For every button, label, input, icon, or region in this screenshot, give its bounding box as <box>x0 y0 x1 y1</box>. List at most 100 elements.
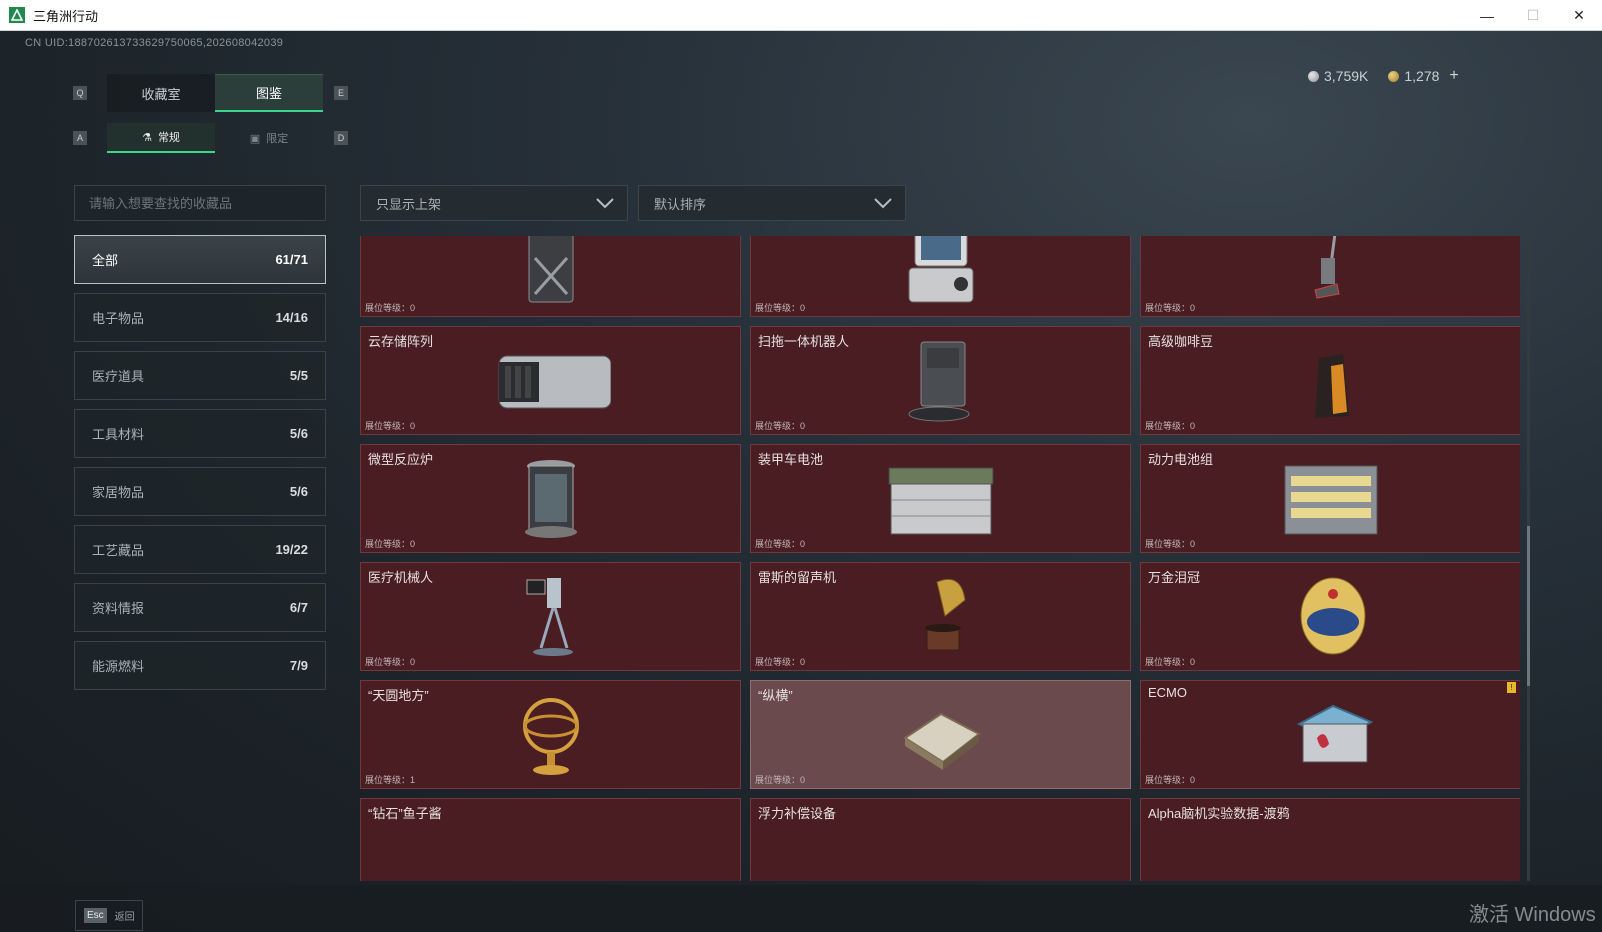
item-name: 高级咖啡豆 <box>1148 334 1214 349</box>
key-hint-d: D <box>334 131 348 145</box>
item-level: 展位等级：0 <box>755 539 806 549</box>
search-input[interactable] <box>89 195 309 211</box>
item-card[interactable]: 微型反应炉 展位等级：0 <box>360 444 741 553</box>
minimize-button[interactable]: — <box>1464 0 1510 31</box>
item-name: “天圆地方” <box>368 688 429 703</box>
item-grid-viewport[interactable]: 展位等级：0 展位等级：0 展位等级：0 云存储阵列 展位等级：0 扫拖一体机器… <box>360 236 1520 881</box>
battery-icon <box>881 454 1001 544</box>
category-label: 资料情报 <box>92 601 145 616</box>
scrollbar-thumb[interactable] <box>1527 526 1530 686</box>
item-card[interactable]: 雷斯的留声机 展位等级：0 <box>750 562 1131 671</box>
back-button[interactable]: Esc 返回 <box>75 900 143 931</box>
esc-key: Esc <box>84 908 107 923</box>
category-energy[interactable]: 能源燃料 7/9 <box>74 641 326 690</box>
item-level: 展位等级：1 <box>365 775 416 785</box>
storage-array-icon <box>491 336 611 426</box>
armillary-icon <box>491 690 611 780</box>
terminal-icon <box>881 236 1001 308</box>
item-name: 雷斯的留声机 <box>758 570 837 585</box>
item-name: 万金泪冠 <box>1148 570 1201 585</box>
data-device-icon <box>1271 874 1391 881</box>
item-card[interactable]: 动力电池组 展位等级：0 <box>1140 444 1520 553</box>
item-card[interactable]: “钻石”鱼子酱 <box>360 798 741 881</box>
item-level: 展位等级：0 <box>1145 303 1196 313</box>
item-name: 动力电池组 <box>1148 452 1214 467</box>
item-card[interactable]: 医疗机械人 展位等级：0 <box>360 562 741 671</box>
search-box <box>74 185 326 221</box>
category-label: 工艺藏品 <box>92 543 145 558</box>
gold-coin-icon <box>1388 70 1400 82</box>
item-card[interactable]: 装甲车电池 展位等级：0 <box>750 444 1131 553</box>
window-title: 三角洲行动 <box>33 8 99 24</box>
bcd-icon <box>881 874 1001 881</box>
item-card[interactable]: Alpha脑机实验数据-渡鸦 <box>1140 798 1520 881</box>
alert-badge: ! <box>1507 682 1516 693</box>
item-name: “钻石”鱼子酱 <box>368 806 442 821</box>
category-household[interactable]: 家居物品 5/6 <box>74 467 326 516</box>
gold-amount: 1,278 <box>1404 68 1440 84</box>
subtab-limited-label: 限定 <box>266 133 289 145</box>
category-medical[interactable]: 医疗道具 5/5 <box>74 351 326 400</box>
sort-dropdown[interactable]: 默认排序 <box>638 185 906 221</box>
subtab-regular[interactable]: ⚗ 常规 <box>107 123 215 153</box>
item-card[interactable]: 展位等级：0 <box>1140 236 1520 317</box>
item-card[interactable]: “天圆地方” 展位等级：1 <box>360 680 741 789</box>
image-icon: ▣ <box>249 132 261 145</box>
silver-currency: 3,759K <box>1308 68 1368 84</box>
back-label: 返回 <box>114 912 135 923</box>
item-card[interactable]: 高级咖啡豆 展位等级：0 <box>1140 326 1520 435</box>
item-name: “纵横” <box>758 688 793 703</box>
category-count: 5/6 <box>289 484 308 499</box>
item-name: 云存储阵列 <box>368 334 434 349</box>
mop-robot-icon <box>881 336 1001 426</box>
app-logo-icon <box>9 7 25 23</box>
battery-pack-icon <box>1271 454 1391 544</box>
subtab-regular-label: 常规 <box>157 132 180 144</box>
category-label: 电子物品 <box>92 311 145 326</box>
reactor-icon <box>491 454 611 544</box>
item-level: 展位等级：0 <box>755 303 806 313</box>
tab-codex[interactable]: 图鉴 <box>215 74 323 112</box>
chevron-down-icon <box>874 198 892 209</box>
add-currency-button[interactable]: + <box>1449 67 1458 85</box>
item-card[interactable]: “纵横” 展位等级：0 <box>750 680 1131 789</box>
item-card[interactable]: 云存储阵列 展位等级：0 <box>360 326 741 435</box>
close-button[interactable]: ✕ <box>1556 0 1602 31</box>
category-electronics[interactable]: 电子物品 14/16 <box>74 293 326 342</box>
category-all[interactable]: 全部 61/71 <box>74 235 326 284</box>
coffee-bag-icon <box>1271 336 1391 426</box>
subtab-limited[interactable]: ▣ 限定 <box>215 123 323 153</box>
chevron-down-icon <box>596 198 614 209</box>
gold-currency: 1,278 <box>1388 68 1439 84</box>
category-crafts[interactable]: 工艺藏品 19/22 <box>74 525 326 574</box>
item-card[interactable]: 扫拖一体机器人 展位等级：0 <box>750 326 1131 435</box>
tab-collection-room[interactable]: 收藏室 <box>107 74 215 112</box>
item-level: 展位等级：0 <box>1145 539 1196 549</box>
item-card[interactable]: ECMO ! 展位等级：0 <box>1140 680 1520 789</box>
maximize-button[interactable]: ☐ <box>1510 0 1556 31</box>
item-name: ECMO <box>1148 685 1187 700</box>
category-tools[interactable]: 工具材料 5/6 <box>74 409 326 458</box>
category-count: 7/9 <box>289 658 308 673</box>
caviar-icon <box>491 874 611 881</box>
windows-activation-watermark: 激活 Windows <box>1469 904 1596 926</box>
item-level: 展位等级：0 <box>365 303 416 313</box>
bottom-bar: Esc 返回 <box>0 885 1602 932</box>
item-name: 微型反应炉 <box>368 452 434 467</box>
vacuum-icon <box>1271 236 1391 308</box>
item-card[interactable]: 展位等级：0 <box>360 236 741 317</box>
item-card[interactable]: 万金泪冠 展位等级：0 <box>1140 562 1520 671</box>
category-intel[interactable]: 资料情报 6/7 <box>74 583 326 632</box>
grid-scrollbar[interactable] <box>1527 236 1530 881</box>
shelf-filter-dropdown[interactable]: 只显示上架 <box>360 185 628 221</box>
key-hint-q: Q <box>73 86 87 100</box>
item-level: 展位等级：0 <box>365 539 416 549</box>
category-list: 全部 61/71 电子物品 14/16 医疗道具 5/5 工具材料 5/6 家居… <box>74 235 326 699</box>
category-count: 5/6 <box>289 426 308 441</box>
item-card[interactable]: 展位等级：0 <box>750 236 1131 317</box>
item-name: 扫拖一体机器人 <box>758 334 850 349</box>
item-level: 展位等级：0 <box>365 657 416 667</box>
shelf-filter-value: 只显示上架 <box>376 196 442 212</box>
item-card[interactable]: 浮力补偿设备 <box>750 798 1131 881</box>
item-level: 展位等级：0 <box>1145 421 1196 431</box>
